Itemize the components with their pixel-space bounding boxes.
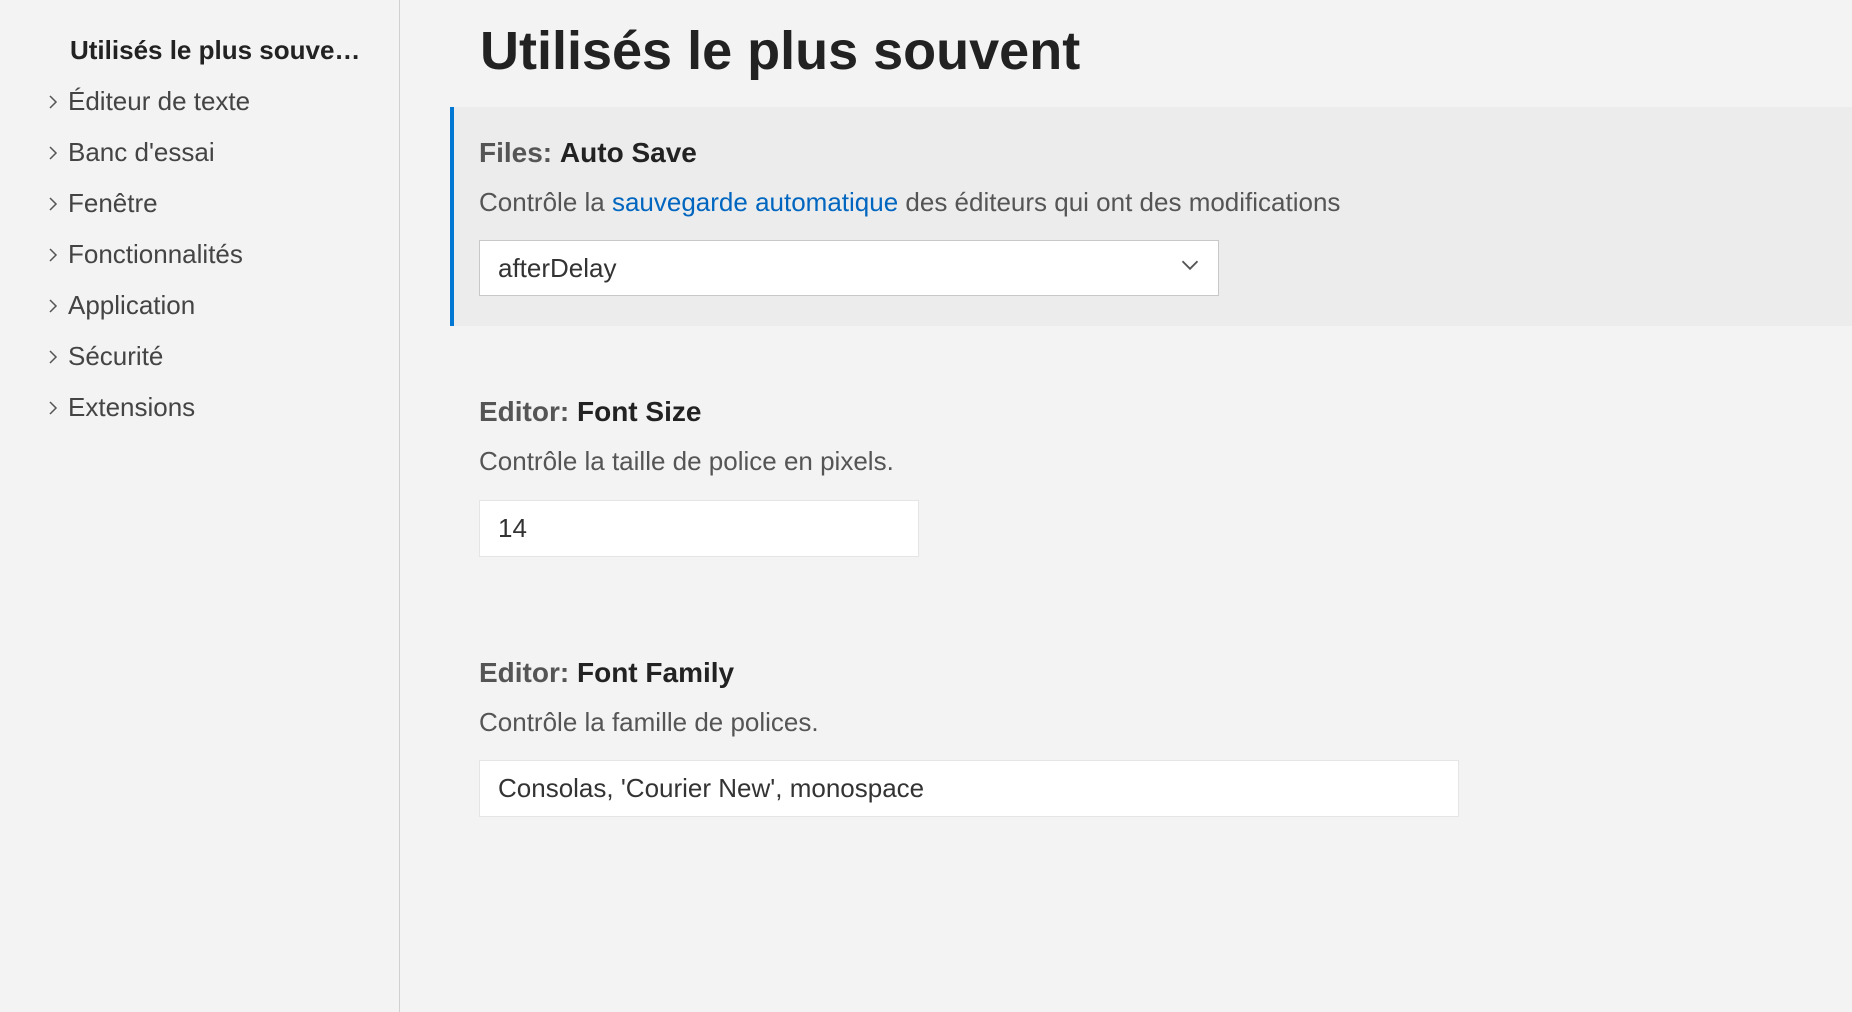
setting-files-auto-save: Files: Auto Save Contrôle la sauvegarde … xyxy=(450,107,1852,326)
auto-save-select[interactable]: afterDelay xyxy=(480,241,1218,295)
chevron-right-icon xyxy=(38,196,68,212)
setting-label: Editor: Font Size xyxy=(479,396,1822,428)
setting-label-prefix: Editor: xyxy=(479,657,577,688)
sidebar-item-label: Fonctionnalités xyxy=(68,239,243,270)
font-size-input[interactable] xyxy=(479,500,919,557)
setting-label: Files: Auto Save xyxy=(479,137,1822,169)
chevron-right-icon xyxy=(38,349,68,365)
setting-description: Contrôle la famille de polices. xyxy=(479,704,1822,740)
setting-label-name: Font Size xyxy=(577,396,701,427)
sidebar-item-application[interactable]: Application xyxy=(30,280,399,331)
chevron-right-icon xyxy=(38,400,68,416)
sidebar-item-extensions[interactable]: Extensions xyxy=(30,382,399,433)
setting-editor-font-family: Editor: Font Family Contrôle la famille … xyxy=(450,627,1852,847)
settings-sidebar: Utilisés le plus souve… Éditeur de texte… xyxy=(0,0,400,1012)
sidebar-item-label: Éditeur de texte xyxy=(68,86,250,117)
chevron-right-icon xyxy=(38,94,68,110)
font-family-input[interactable] xyxy=(479,760,1459,817)
setting-desc-text: des éditeurs qui ont des modifications xyxy=(898,187,1340,217)
setting-desc-text: Contrôle la xyxy=(479,187,612,217)
page-title: Utilisés le plus souvent xyxy=(480,20,1852,82)
sidebar-item-label: Fenêtre xyxy=(68,188,158,219)
sidebar-item-label: Banc d'essai xyxy=(68,137,215,168)
setting-label: Editor: Font Family xyxy=(479,657,1822,689)
sidebar-item-security[interactable]: Sécurité xyxy=(30,331,399,382)
auto-save-link[interactable]: sauvegarde automatique xyxy=(612,187,898,217)
chevron-right-icon xyxy=(38,298,68,314)
setting-label-prefix: Files: xyxy=(479,137,560,168)
chevron-right-icon xyxy=(38,247,68,263)
sidebar-item-label: Extensions xyxy=(68,392,195,423)
sidebar-item-label: Utilisés le plus souve… xyxy=(70,35,360,66)
sidebar-item-workbench[interactable]: Banc d'essai xyxy=(30,127,399,178)
sidebar-item-commonly-used[interactable]: Utilisés le plus souve… xyxy=(30,25,399,76)
setting-editor-font-size: Editor: Font Size Contrôle la taille de … xyxy=(450,366,1852,586)
sidebar-item-label: Sécurité xyxy=(68,341,163,372)
chevron-right-icon xyxy=(38,145,68,161)
setting-label-name: Font Family xyxy=(577,657,734,688)
setting-label-name: Auto Save xyxy=(560,137,697,168)
auto-save-select-wrapper: afterDelay xyxy=(479,240,1219,296)
setting-description: Contrôle la taille de police en pixels. xyxy=(479,443,1822,479)
sidebar-item-label: Application xyxy=(68,290,195,321)
sidebar-item-features[interactable]: Fonctionnalités xyxy=(30,229,399,280)
setting-label-prefix: Editor: xyxy=(479,396,577,427)
sidebar-item-text-editor[interactable]: Éditeur de texte xyxy=(30,76,399,127)
sidebar-item-window[interactable]: Fenêtre xyxy=(30,178,399,229)
settings-main: Utilisés le plus souvent Files: Auto Sav… xyxy=(400,0,1852,1012)
setting-description: Contrôle la sauvegarde automatique des é… xyxy=(479,184,1822,220)
